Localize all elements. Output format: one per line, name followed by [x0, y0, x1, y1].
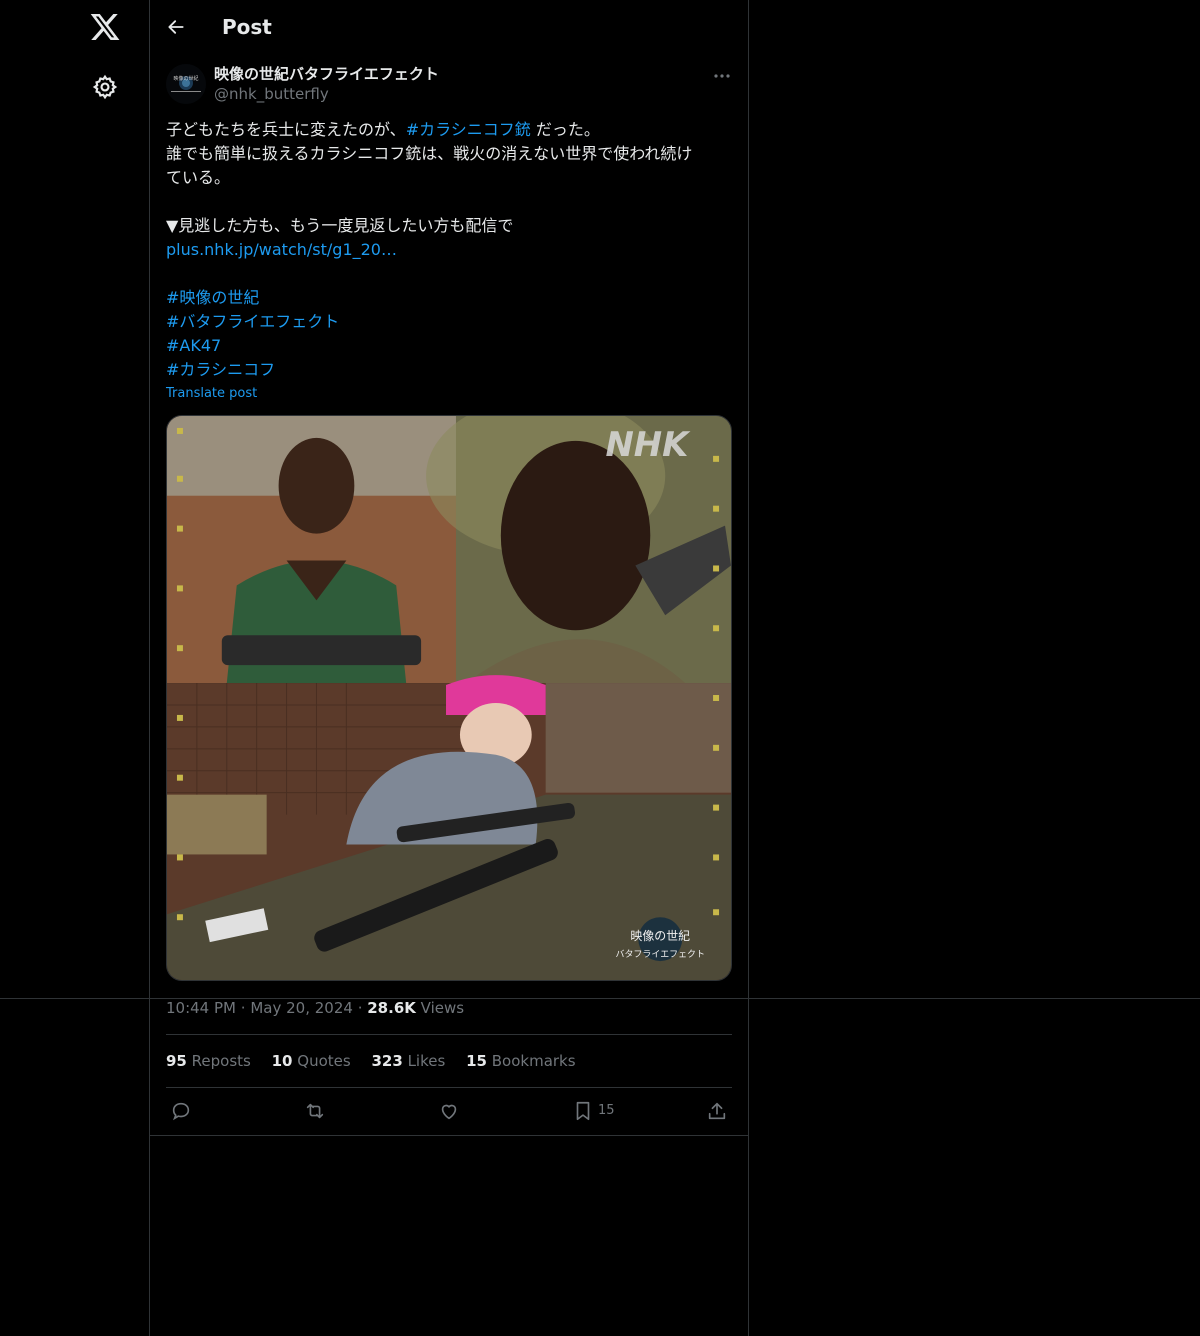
- quotes-stat[interactable]: 10 Quotes: [272, 1052, 351, 1070]
- share-icon[interactable]: [706, 1100, 728, 1122]
- hashtag-link[interactable]: #AK47: [166, 336, 221, 355]
- bookmarks-label: Bookmarks: [491, 1052, 576, 1070]
- hashtag-link[interactable]: #バタフライエフェクト: [166, 312, 339, 331]
- likes-count: 323: [371, 1052, 403, 1070]
- bookmarks-stat[interactable]: 15 Bookmarks: [466, 1052, 575, 1070]
- post-line: 誰でも簡単に扱えるカラシニコフ銃は、戦火の消えない世界で使われ続け: [166, 144, 693, 163]
- left-nav: [0, 0, 150, 1336]
- hashtag-link[interactable]: #映像の世紀: [166, 288, 259, 307]
- divider: [166, 1034, 732, 1035]
- main-column: Post 映像の世紀 映像の世紀バタフライエフェクト @nhk_butterfl…: [150, 0, 749, 1336]
- bookmarks-count: 15: [466, 1052, 487, 1070]
- post-line: ている。: [166, 168, 231, 187]
- views-label: Views: [420, 999, 465, 1017]
- svg-text:バタフライエフェクト: バタフライエフェクト: [616, 949, 705, 960]
- post-text-segment: だった。: [530, 120, 600, 139]
- post-text-segment: 子どもたちを兵士に変えたのが、: [166, 120, 406, 139]
- x-logo-icon[interactable]: [89, 11, 121, 43]
- divider: [166, 1087, 732, 1088]
- divider: [150, 1135, 748, 1136]
- repost-icon[interactable]: [304, 1100, 326, 1122]
- reposts-count: 95: [166, 1052, 187, 1070]
- hashtag-link[interactable]: #カラシニコフ: [166, 360, 275, 379]
- header-bar: Post: [150, 0, 748, 53]
- bookmark-count: 15: [598, 1103, 615, 1118]
- translate-post-link[interactable]: Translate post: [166, 386, 257, 401]
- views-count: 28.6K: [367, 999, 416, 1017]
- post-line: 子どもたちを兵士に変えたのが、#カラシニコフ銃 だった。: [166, 118, 732, 142]
- external-link[interactable]: plus.nhk.jp/watch/st/g1_20…: [166, 240, 397, 259]
- post-time[interactable]: 10:44 PM: [166, 999, 236, 1017]
- likes-label: Likes: [407, 1052, 446, 1070]
- post-text: 子どもたちを兵士に変えたのが、#カラシニコフ銃 だった。 誰でも簡単に扱えるカラ…: [166, 118, 732, 382]
- svg-text:NHK: NHK: [605, 425, 691, 464]
- quotes-count: 10: [271, 1052, 293, 1070]
- handle[interactable]: @nhk_butterfly: [214, 84, 439, 104]
- action-bar: 15: [150, 1098, 748, 1126]
- bookmark-icon[interactable]: [572, 1100, 594, 1122]
- meta-separator: ·: [357, 999, 363, 1017]
- post-image[interactable]: NHK 映像の世紀 バタフライエフェクト: [166, 415, 732, 981]
- post-stats: 95 Reposts 10 Quotes 323 Likes 15 Bookma…: [166, 1050, 592, 1072]
- heart-icon[interactable]: [438, 1100, 460, 1122]
- author-info[interactable]: 映像の世紀バタフライエフェクト @nhk_butterfly: [214, 64, 439, 104]
- horizontal-divider: [0, 998, 1200, 999]
- post-line: ▼見逃した方も、もう一度見返したい方も配信で: [166, 216, 514, 235]
- hashtag-link[interactable]: #カラシニコフ銃: [406, 120, 531, 139]
- reply-icon[interactable]: [170, 1100, 192, 1122]
- reposts-stat[interactable]: 95 Reposts: [166, 1052, 251, 1070]
- meta-separator: ·: [240, 999, 246, 1017]
- svg-text:映像の世紀: 映像の世紀: [173, 75, 198, 82]
- more-icon[interactable]: [712, 66, 732, 86]
- arrow-left-icon[interactable]: [166, 17, 186, 37]
- display-name[interactable]: 映像の世紀バタフライエフェクト: [214, 64, 439, 84]
- quotes-label: Quotes: [297, 1052, 351, 1070]
- likes-stat[interactable]: 323 Likes: [371, 1052, 445, 1070]
- post-metadata: 10:44 PM · May 20, 2024 · 28.6K Views: [166, 997, 464, 1019]
- post-date[interactable]: May 20, 2024: [250, 999, 353, 1017]
- svg-text:映像の世紀: 映像の世紀: [630, 929, 690, 943]
- reposts-label: Reposts: [191, 1052, 251, 1070]
- avatar[interactable]: 映像の世紀: [166, 64, 206, 104]
- gear-icon[interactable]: [92, 74, 118, 100]
- page-title: Post: [222, 15, 272, 39]
